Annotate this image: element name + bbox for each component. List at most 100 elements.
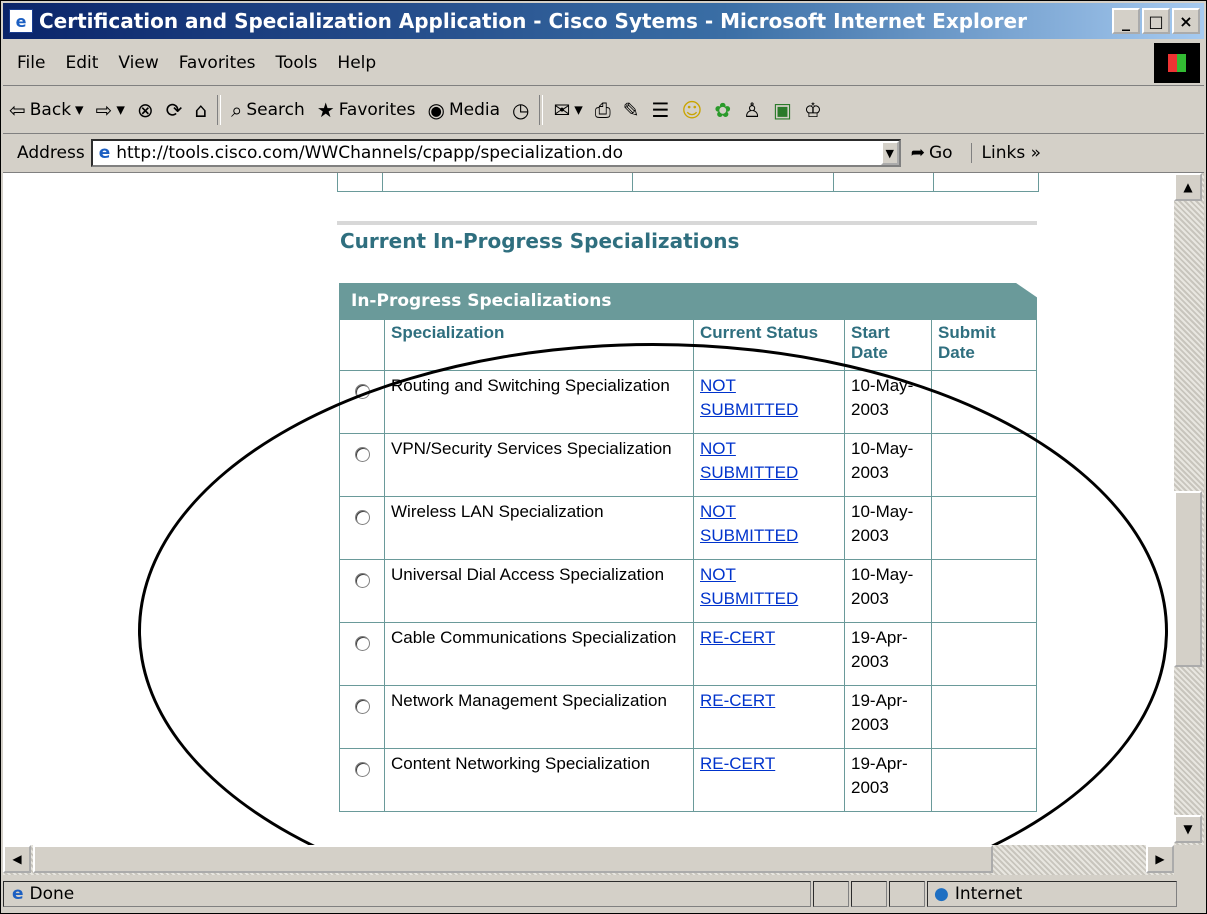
scroll-right-icon[interactable]: ▶ [1146,845,1174,873]
refresh-button[interactable]: ⟳ [160,98,189,122]
row-radio-button[interactable] [354,573,370,588]
refresh-icon: ⟳ [165,98,183,122]
status-panel [851,881,887,907]
print-button[interactable]: ⎙ [589,98,617,122]
row-radio-button[interactable] [354,699,370,714]
media-icon: ◉ [427,98,445,122]
row-radio-cell [339,433,385,497]
status-link[interactable]: NOT SUBMITTED [700,376,798,419]
table-row: Wireless LAN Specialization NOT SUBMITTE… [339,496,1037,560]
messenger-button[interactable]: ☺ [675,98,708,122]
status-link[interactable]: NOT SUBMITTED [700,439,798,482]
lite-button[interactable]: ▣ [767,98,798,122]
mail-dropdown-icon[interactable]: ▾ [574,100,583,120]
home-button[interactable]: ⌂ [188,98,213,122]
status-bar: e Done ● Internet [3,877,1204,911]
zone-label: Internet [954,884,1023,904]
previous-table-fragment [337,173,1039,192]
close-button[interactable]: × [1172,8,1200,34]
menu-view[interactable]: View [108,53,168,73]
mail-button[interactable]: ✉ ▾ [547,98,588,122]
menu-favorites[interactable]: Favorites [169,53,266,73]
start-date: 10-May-2003 [844,433,932,497]
specialization-name: Wireless LAN Specialization [384,496,694,560]
scroll-left-icon[interactable]: ◀ [3,845,31,873]
submit-date [931,622,1037,686]
favorites-icon: ★ [316,98,335,122]
ie-logo-icon: e [9,9,33,33]
row-radio-cell [339,748,385,812]
maximize-button[interactable]: □ [1142,8,1170,34]
edit-button[interactable]: ✎ [617,98,646,122]
table-row: Routing and Switching Specialization NOT… [339,370,1037,434]
status-link[interactable]: RE-CERT [700,691,775,710]
go-button[interactable]: ➦ Go [901,143,963,163]
scroll-up-icon[interactable]: ▲ [1174,173,1202,201]
globe-icon: ● [934,884,949,904]
address-label: Address [17,143,85,163]
table-header-row: Specialization Current Status Start Date… [339,319,1037,371]
back-dropdown-icon[interactable]: ▾ [75,100,84,120]
status-link[interactable]: NOT SUBMITTED [700,502,798,545]
menu-tools[interactable]: Tools [266,53,328,73]
menu-file[interactable]: File [3,53,55,73]
row-radio-cell [339,622,385,686]
specialization-name: VPN/Security Services Specialization [384,433,694,497]
status-link[interactable]: NOT SUBMITTED [700,565,798,608]
row-radio-button[interactable] [354,636,370,651]
row-radio-button[interactable] [354,510,370,525]
address-url: http://tools.cisco.com/WWChannels/cpapp/… [116,143,623,163]
specialization-name: Content Networking Specialization [384,748,694,812]
row-radio-button[interactable] [354,447,370,462]
start-date: 10-May-2003 [844,496,932,560]
address-dropdown-icon[interactable]: ▼ [880,141,899,165]
status-cell: RE-CERT [693,748,845,812]
table-row: Universal Dial Access Specialization NOT… [339,559,1037,623]
status-text: Done [29,884,75,904]
horizontal-scroll-thumb[interactable] [33,845,993,873]
menu-help[interactable]: Help [327,53,386,73]
scroll-down-icon[interactable]: ▼ [1174,815,1202,843]
specializations-table: Specialization Current Status Start Date… [339,319,1037,812]
favorites-button[interactable]: ★ Favorites [311,98,422,122]
address-input[interactable]: e http://tools.cisco.com/WWChannels/cpap… [90,139,901,167]
search-button[interactable]: ⌕ Search [225,98,311,122]
stop-button[interactable]: ⊗ [131,98,160,122]
status-link[interactable]: RE-CERT [700,754,775,773]
forward-button[interactable]: ⇨ ▾ [90,98,131,122]
media-button[interactable]: ◉ Media [421,98,506,122]
chevron-right-icon: » [1030,143,1042,163]
minimize-button[interactable]: _ [1112,8,1140,34]
menu-edit[interactable]: Edit [55,53,108,73]
print-icon: ⎙ [594,98,611,122]
links-button[interactable]: Links » [970,143,1051,163]
status-link[interactable]: RE-CERT [700,628,775,647]
row-radio-button[interactable] [354,762,370,777]
specialization-name: Cable Communications Specialization [384,622,694,686]
icq-button[interactable]: ✿ [708,98,737,122]
submit-date [931,433,1037,497]
forward-dropdown-icon[interactable]: ▾ [116,100,125,120]
specialization-name: Routing and Switching Specialization [384,370,694,434]
people-button[interactable]: ♙ [737,98,767,122]
specialization-name: Universal Dial Access Specialization [384,559,694,623]
panel-title: In-Progress Specializations [339,283,1037,319]
user-button[interactable]: ♔ [798,98,828,122]
status-cell: NOT SUBMITTED [693,496,845,560]
status-panel [889,881,925,907]
window-controls: _ □ × [1112,8,1200,34]
menu-bar: File Edit View Favorites Tools Help [3,41,1204,86]
vertical-scroll-thumb[interactable] [1174,491,1202,667]
history-button[interactable]: ◷ [506,98,535,122]
page-content: Current In-Progress Specializations In-P… [3,173,1174,845]
submit-date [931,685,1037,749]
in-progress-panel: In-Progress Specializations Specializati… [339,283,1037,812]
start-date: 19-Apr-2003 [844,622,932,686]
status-cell: NOT SUBMITTED [693,370,845,434]
horizontal-scrollbar[interactable]: ◀ ▶ [3,845,1174,875]
back-button[interactable]: ⇦ Back ▾ [3,98,90,122]
vertical-scrollbar[interactable]: ▲ ▼ [1174,173,1204,845]
go-arrow-icon: ➦ [910,143,925,163]
discuss-button[interactable]: ☰ [646,98,676,122]
row-radio-button[interactable] [354,384,370,399]
